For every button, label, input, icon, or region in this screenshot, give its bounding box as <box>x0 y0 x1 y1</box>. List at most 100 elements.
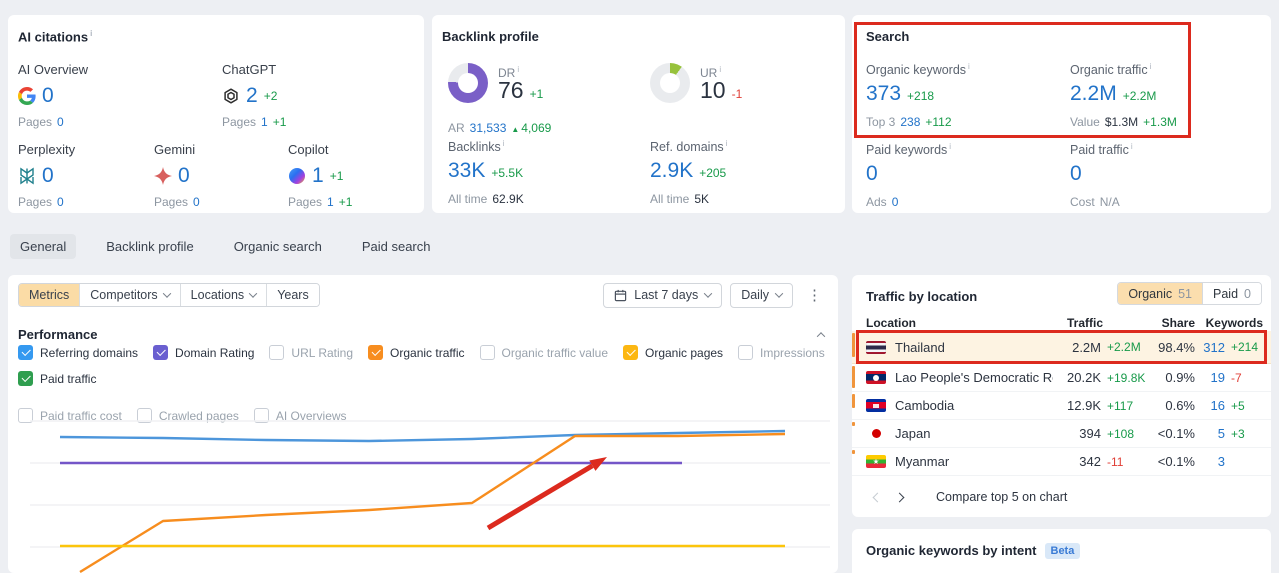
tab-paid-search[interactable]: Paid search <box>352 234 441 259</box>
metric-checkbox-organic-traffic-value[interactable]: Organic traffic value <box>479 345 608 360</box>
keywords-by-intent-card: Organic keywords by intent Beta <box>852 529 1271 573</box>
ref-domains-value[interactable]: 2.9K <box>650 159 693 183</box>
paid-traffic-metric: Paid traffic 0 Cost N/A <box>1070 142 1133 209</box>
metric-checkbox-paid-traffic[interactable]: Paid traffic <box>18 371 96 386</box>
tab-organic-search[interactable]: Organic search <box>224 234 332 259</box>
paid-keywords-label: Paid keywords <box>866 142 951 157</box>
filter-segment-years[interactable]: Years <box>266 284 319 306</box>
paid-keywords-value[interactable]: 0 <box>866 162 878 186</box>
ref-domains-metric: Ref. domains 2.9K +205 All time 5K <box>650 139 727 206</box>
citations-count[interactable]: 2 <box>246 84 258 108</box>
traffic-delta: -11 <box>1107 454 1124 469</box>
ref-domains-label: Ref. domains <box>650 139 727 154</box>
citations-count[interactable]: 1 <box>312 164 324 188</box>
organic-keywords-label: Organic keywords <box>866 62 970 77</box>
date-range-button[interactable]: Last 7 days <box>603 282 723 308</box>
traffic-value: 12.9K <box>1067 398 1101 413</box>
next-page-button[interactable] <box>894 488 918 506</box>
keywords-count[interactable]: 19 <box>1195 370 1225 385</box>
metric-checkbox-referring-domains[interactable]: Referring domains <box>18 345 138 360</box>
ai-citation-perplexity: Perplexity 0 Pages 0 <box>18 142 75 209</box>
keywords-count[interactable]: 5 <box>1195 426 1225 441</box>
performance-line-chart <box>30 420 830 573</box>
organic-keywords-metric: Organic keywords 373 +218 Top 3 238 +112 <box>866 62 970 129</box>
metric-checkbox-url-rating[interactable]: URL Rating <box>269 345 353 360</box>
backlink-profile-title: Backlink profile <box>442 29 539 44</box>
location-pagination: Compare top 5 on chart <box>852 476 1271 517</box>
share-value: <0.1% <box>1157 454 1195 469</box>
prev-page-button[interactable] <box>872 488 896 506</box>
pages-label: Pages <box>222 115 257 129</box>
share-value: 0.6% <box>1165 398 1195 413</box>
top3-value[interactable]: 238 <box>900 115 920 129</box>
checked-checkbox-icon <box>623 345 638 360</box>
keywords-count[interactable]: 312 <box>1195 340 1225 355</box>
citations-count[interactable]: 0 <box>42 164 54 188</box>
organic-traffic-metric: Organic traffic 2.2M +2.2M Value $1.3M +… <box>1070 62 1177 129</box>
gemini-icon <box>154 167 172 185</box>
organic-traffic-value[interactable]: 2.2M <box>1070 82 1117 106</box>
organic-keywords-delta: +218 <box>907 89 935 104</box>
info-icon <box>1131 142 1133 151</box>
traffic-value: 20.2K <box>1067 370 1101 385</box>
traffic-delta: +2.2M <box>1107 340 1141 354</box>
compare-top5-link[interactable]: Compare top 5 on chart <box>936 490 1067 504</box>
toggle-organic[interactable]: Organic 51 <box>1118 283 1203 304</box>
unchecked-checkbox-icon <box>269 345 285 360</box>
location-name: Japan <box>895 426 931 441</box>
share-bar <box>852 422 855 426</box>
paid-keywords-metric: Paid keywords 0 Ads 0 <box>866 142 951 209</box>
chevron-right-icon <box>894 492 905 502</box>
chevron-down-icon <box>162 289 171 298</box>
traffic-value: 342 <box>1079 454 1101 469</box>
location-row-cambodia[interactable]: Cambodia 12.9K +117 0.6% 16 +5 <box>852 392 1271 420</box>
filter-segment-metrics[interactable]: Metrics <box>19 284 80 306</box>
citations-count[interactable]: 0 <box>178 164 190 188</box>
citations-count[interactable]: 0 <box>42 84 54 108</box>
ai-citation-gemini: Gemini 0 Pages 0 <box>154 142 200 209</box>
keywords-count[interactable]: 16 <box>1195 398 1225 413</box>
flag-myanmar-icon <box>866 455 886 468</box>
pages-delta: +1 <box>338 195 353 209</box>
granularity-button[interactable]: Daily <box>730 282 793 308</box>
keywords-count[interactable]: 3 <box>1195 454 1225 469</box>
dr-delta: +1 <box>529 87 544 101</box>
citations-delta: +2 <box>263 89 278 103</box>
organic-keywords-value[interactable]: 373 <box>866 82 901 106</box>
info-icon <box>726 139 728 148</box>
performance-chart-card: Metrics Competitors Locations Years Last 7 … <box>8 275 838 573</box>
metric-checkbox-impressions[interactable]: Impressions <box>738 345 825 360</box>
toggle-paid[interactable]: Paid 0 <box>1202 283 1261 304</box>
metric-checkbox-label: Organic traffic <box>390 345 465 360</box>
tab-backlink-profile[interactable]: Backlink profile <box>96 234 203 259</box>
metric-checkbox-organic-traffic[interactable]: Organic traffic <box>368 345 465 360</box>
beta-badge: Beta <box>1044 543 1081 559</box>
traffic-delta: +117 <box>1107 398 1134 413</box>
kebab-menu-button[interactable]: ⋮ <box>801 286 828 304</box>
metric-checkbox-domain-rating[interactable]: Domain Rating <box>153 345 254 360</box>
pages-count: 1 <box>327 195 334 209</box>
ur-value-row: 10 -1 <box>700 77 742 104</box>
keywords-by-intent-title: Organic keywords by intent Beta <box>866 543 1081 559</box>
location-row-japan[interactable]: Japan 394 +108 <0.1% 5 +3 <box>852 420 1271 448</box>
annotation-arrow <box>486 463 594 531</box>
tab-general[interactable]: General <box>10 233 77 259</box>
location-table-header: Location Traffic Share Keywords <box>866 316 1263 330</box>
backlinks-value[interactable]: 33K <box>448 159 485 183</box>
chevron-up-icon <box>816 332 826 341</box>
metric-checkbox-organic-pages[interactable]: Organic pages <box>623 345 723 360</box>
location-name: Myanmar <box>895 454 950 469</box>
ai-citation-copilot: Copilot 1 +1 Pages 1 +1 <box>288 142 352 209</box>
ar-value[interactable]: 31,533 <box>470 121 507 135</box>
filter-segment-locations[interactable]: Locations <box>179 284 267 306</box>
collapse-section-button[interactable] <box>814 321 828 347</box>
filter-segment-competitors[interactable]: Competitors <box>79 284 180 306</box>
location-row-myanmar[interactable]: Myanmar 342 -11 <0.1% 3 <box>852 448 1271 476</box>
location-row-thailand[interactable]: Thailand 2.2M +2.2M 98.4% 312 +214 <box>852 331 1271 364</box>
location-row-laos[interactable]: Lao People's Democratic Reput 20.2K +19.8K… <box>852 364 1271 392</box>
info-icon <box>719 65 721 74</box>
paid-traffic-value[interactable]: 0 <box>1070 162 1082 186</box>
perplexity-icon <box>18 167 36 185</box>
share-bar <box>852 450 855 454</box>
share-value: 0.9% <box>1165 370 1195 385</box>
